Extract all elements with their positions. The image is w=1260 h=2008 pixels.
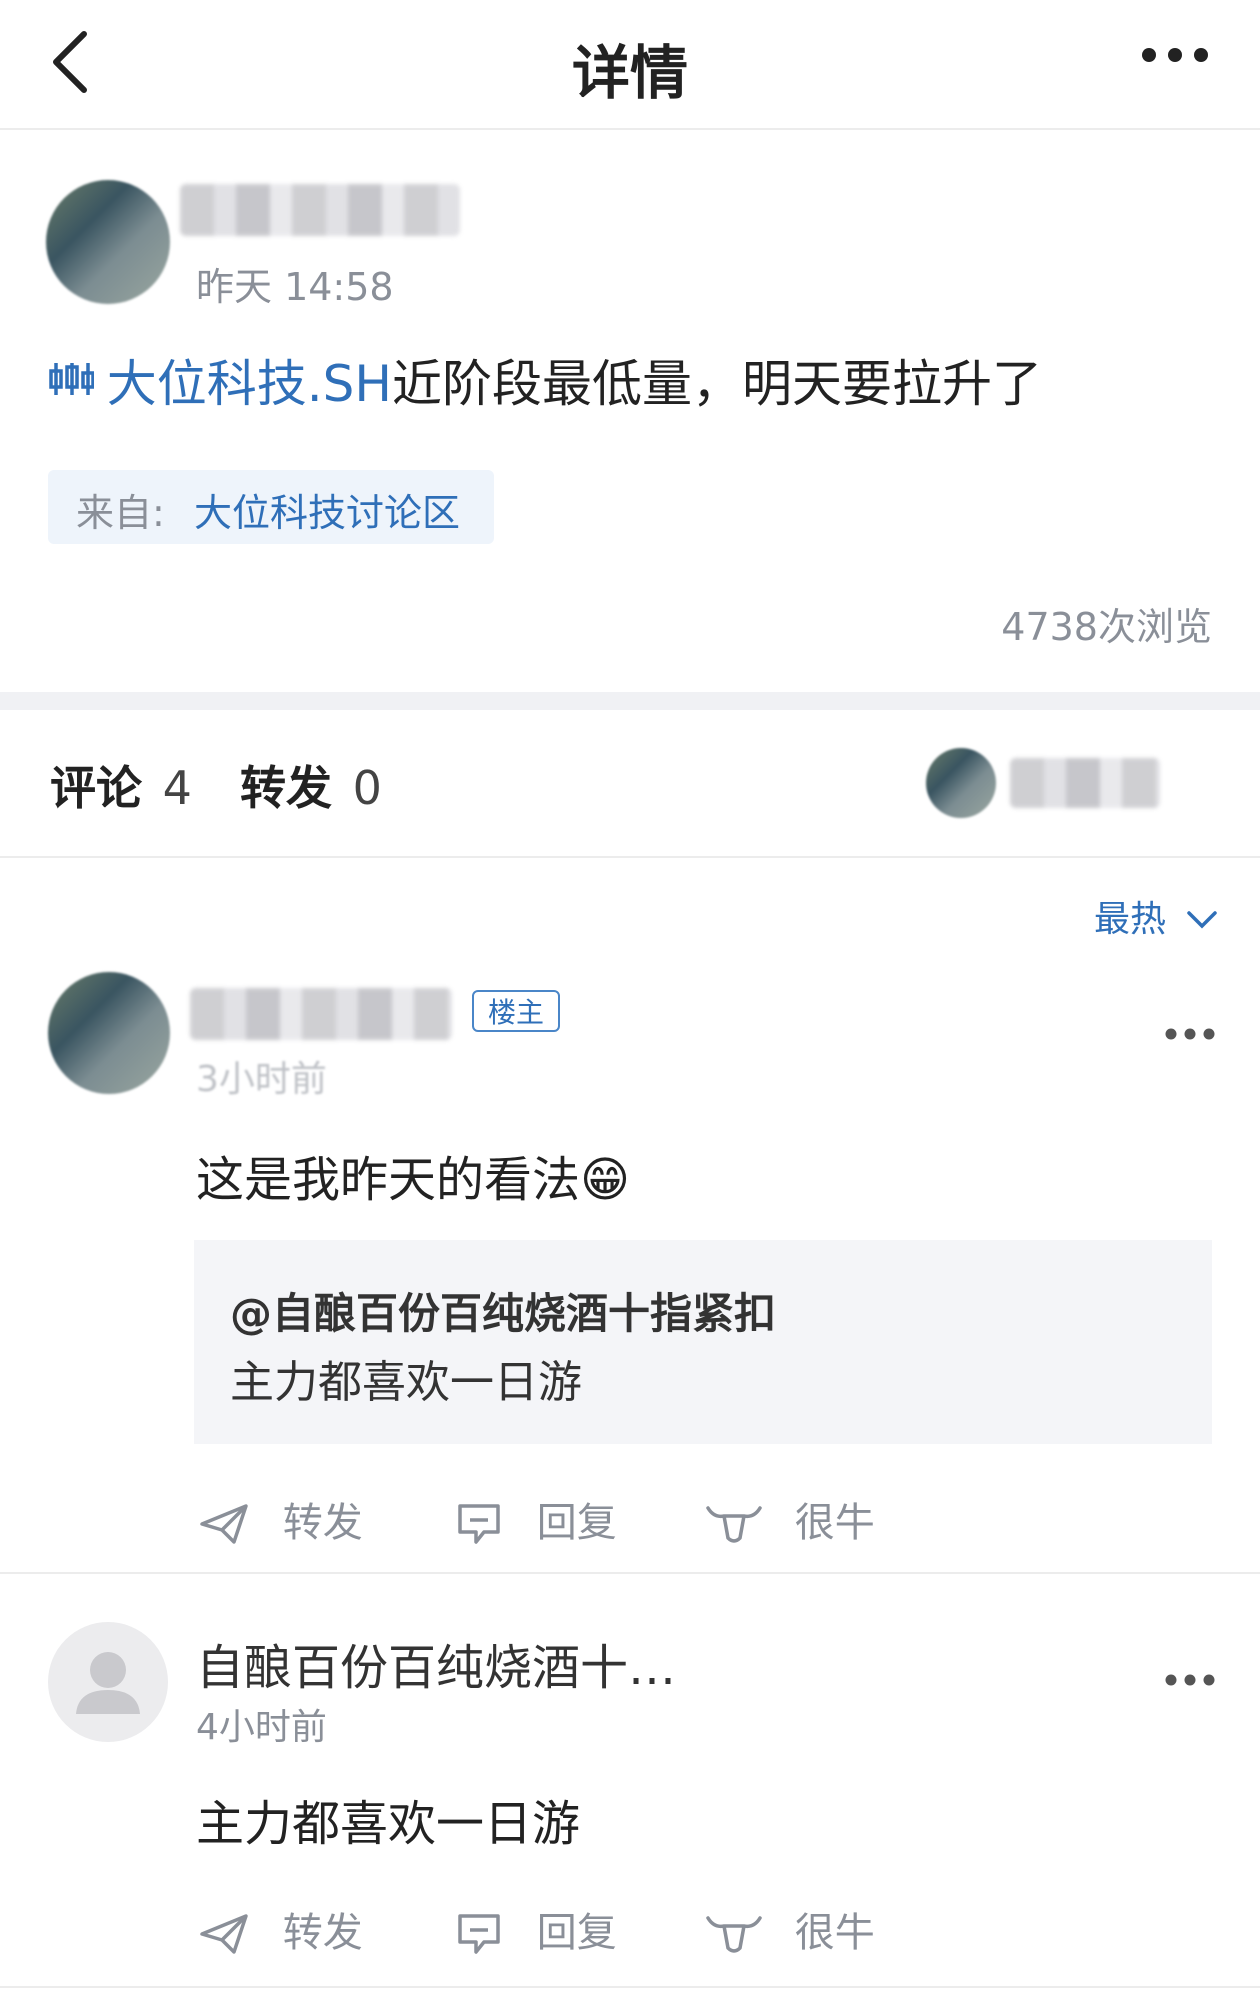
section-divider <box>0 692 1260 710</box>
tab-reposts[interactable]: 转发 0 <box>240 752 382 818</box>
reply-icon <box>458 1914 500 1954</box>
repost-button[interactable]: 转发 <box>198 1490 363 1548</box>
repost-label: 转发 <box>282 1910 363 1956</box>
sort-label: 最热 <box>1094 899 1167 940</box>
more-options-icon[interactable] <box>1140 40 1210 70</box>
comment-text: 这是我昨天的看法😁 <box>196 1152 631 1208</box>
commenter-name[interactable]: 自酿百份百纯烧酒十… <box>196 1628 676 1698</box>
user-placeholder-icon <box>76 1652 140 1714</box>
chevron-down-icon <box>1187 911 1218 929</box>
reply-icon <box>458 1504 500 1544</box>
quoted-user[interactable]: @自酿百份百纯烧酒十指紧扣 <box>230 1280 776 1341</box>
repost-label: 转发 <box>282 1500 363 1546</box>
reply-button[interactable]: 回复 <box>456 1900 617 1958</box>
source-name[interactable]: 大位科技讨论区 <box>194 482 460 537</box>
comment-divider <box>0 1986 1260 1988</box>
comment-text: 主力都喜欢一日游 <box>196 1796 581 1852</box>
post-time: 昨天 14:58 <box>196 265 394 309</box>
top-nav-bar: 详情 <box>0 0 1260 130</box>
reply-label: 回复 <box>536 1910 617 1956</box>
owner-badge: 楼主 <box>472 990 560 1032</box>
repost-button[interactable]: 转发 <box>198 1900 363 1958</box>
reply-label: 回复 <box>536 1500 617 1546</box>
stock-link[interactable]: 大位科技.SH <box>107 355 392 413</box>
like-button[interactable]: 很牛 <box>704 1490 875 1548</box>
commenter-name-blurred[interactable] <box>190 988 452 1040</box>
page-title: 详情 <box>571 39 688 107</box>
quoted-reply[interactable]: @自酿百份百纯烧酒十指紧扣 主力都喜欢一日游 <box>194 1240 1212 1444</box>
sort-dropdown[interactable]: 最热 <box>1094 890 1219 942</box>
like-label: 很牛 <box>794 1500 875 1546</box>
quoted-text: 主力都喜欢一日游 <box>230 1357 582 1408</box>
tab-comments[interactable]: 评论 4 <box>50 752 192 818</box>
reply-button[interactable]: 回复 <box>456 1490 617 1548</box>
comment-time: 4小时前 <box>196 1707 327 1748</box>
comment-divider <box>0 1572 1260 1574</box>
tab-comments-count: 4 <box>162 761 192 815</box>
source-prefix: 来自: <box>76 491 165 535</box>
comment-more-icon[interactable] <box>1164 1672 1216 1688</box>
post-content: 大位科技.SH近阶段最低量，明天要拉升了 <box>48 344 1042 416</box>
commenter-avatar[interactable] <box>48 972 170 1094</box>
post-text: 近阶段最低量，明天要拉升了 <box>391 355 1042 413</box>
like-button[interactable]: 很牛 <box>704 1900 875 1958</box>
comment-more-icon[interactable] <box>1164 1026 1216 1042</box>
source-tag[interactable]: 来自: 大位科技讨论区 <box>48 470 494 544</box>
send-icon <box>200 1504 248 1544</box>
tab-comments-label: 评论 <box>50 761 142 815</box>
bull-icon <box>706 1916 762 1953</box>
tab-reposts-label: 转发 <box>240 761 332 815</box>
author-name-blurred[interactable] <box>180 184 460 236</box>
tab-reposts-count: 0 <box>352 761 382 815</box>
bull-icon <box>706 1506 762 1543</box>
like-label: 很牛 <box>794 1910 875 1956</box>
author-avatar[interactable] <box>46 180 170 304</box>
stock-icon <box>48 359 107 405</box>
liker-avatar[interactable] <box>926 748 996 818</box>
view-count: 4738次浏览 <box>1001 605 1212 649</box>
liker-name-blurred[interactable] <box>1010 758 1160 808</box>
default-avatar[interactable] <box>48 1622 168 1742</box>
tabs-divider <box>0 856 1260 858</box>
send-icon <box>200 1914 248 1954</box>
comment-time: 3小时前 <box>196 1059 327 1100</box>
